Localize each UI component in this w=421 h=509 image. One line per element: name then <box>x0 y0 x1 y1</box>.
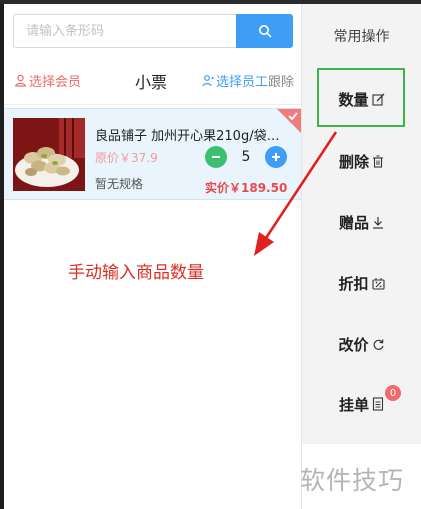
quantity-stepper: 5 <box>205 146 287 168</box>
original-price: 原价￥37.9 <box>95 151 158 165</box>
operations-title: 常用操作 <box>333 29 390 45</box>
divider <box>4 104 301 105</box>
download-icon <box>373 216 383 229</box>
select-staff-label: 选择员工 <box>216 75 269 90</box>
hold-order-label: 挂单 <box>338 395 369 414</box>
plus-icon <box>272 153 280 161</box>
quantity-label: 数量 <box>338 90 369 109</box>
discount-label: 折扣 <box>338 274 369 293</box>
minus-icon <box>212 156 220 158</box>
staff-icon <box>202 75 214 87</box>
pos-window: 选择会员 小票 选择员工 跟除 <box>4 4 421 509</box>
delete-label: 删除 <box>338 152 369 171</box>
select-member-button[interactable]: 选择会员 <box>14 71 81 90</box>
hold-order-badge: 0 <box>385 385 401 401</box>
gift-label: 赠品 <box>338 213 369 232</box>
discount-icon <box>371 277 385 290</box>
select-staff-button[interactable]: 选择员工 跟除 <box>202 71 294 90</box>
change-price-label: 改价 <box>338 335 369 354</box>
select-member-label: 选择会员 <box>29 75 82 90</box>
hold-order-button[interactable]: 挂单 <box>302 384 421 424</box>
change-price-button[interactable]: 改价 <box>302 324 421 364</box>
cart-panel: 选择会员 小票 选择员工 跟除 <box>4 4 301 509</box>
product-name: 良品铺子 加州开心果210g/袋… <box>95 129 280 144</box>
edit-icon <box>371 93 384 106</box>
quantity-value[interactable]: 5 <box>227 149 265 165</box>
search-bar <box>13 14 293 48</box>
selected-check-icon <box>277 109 301 133</box>
product-image <box>13 118 85 191</box>
search-icon <box>258 25 271 38</box>
trash-icon <box>373 154 383 168</box>
decrease-quantity-button[interactable] <box>205 146 227 168</box>
increase-quantity-button[interactable] <box>265 146 287 168</box>
cart-item[interactable]: 良品铺子 加州开心果210g/袋… 原价￥37.9 暂无规格 5 实价￥189.… <box>4 108 301 200</box>
actual-price: 实价￥189.50 <box>205 181 288 195</box>
user-icon <box>15 74 26 87</box>
refresh-icon <box>373 338 384 350</box>
document-icon <box>372 397 384 411</box>
discount-button[interactable]: 折扣 <box>302 263 421 303</box>
barcode-search-input[interactable] <box>13 14 236 48</box>
watermark: 软件技巧 <box>300 466 405 495</box>
follow-label: 跟除 <box>268 75 295 90</box>
product-spec: 暂无规格 <box>95 177 144 191</box>
annotation-text: 手动输入商品数量 <box>68 263 204 283</box>
delete-button[interactable]: 删除 <box>302 141 421 181</box>
search-button[interactable] <box>236 14 293 48</box>
quantity-button[interactable]: 数量 <box>302 79 421 119</box>
gift-button[interactable]: 赠品 <box>302 202 421 242</box>
member-bar: 选择会员 小票 选择员工 跟除 <box>4 56 301 106</box>
ticket-title: 小票 <box>135 73 168 92</box>
